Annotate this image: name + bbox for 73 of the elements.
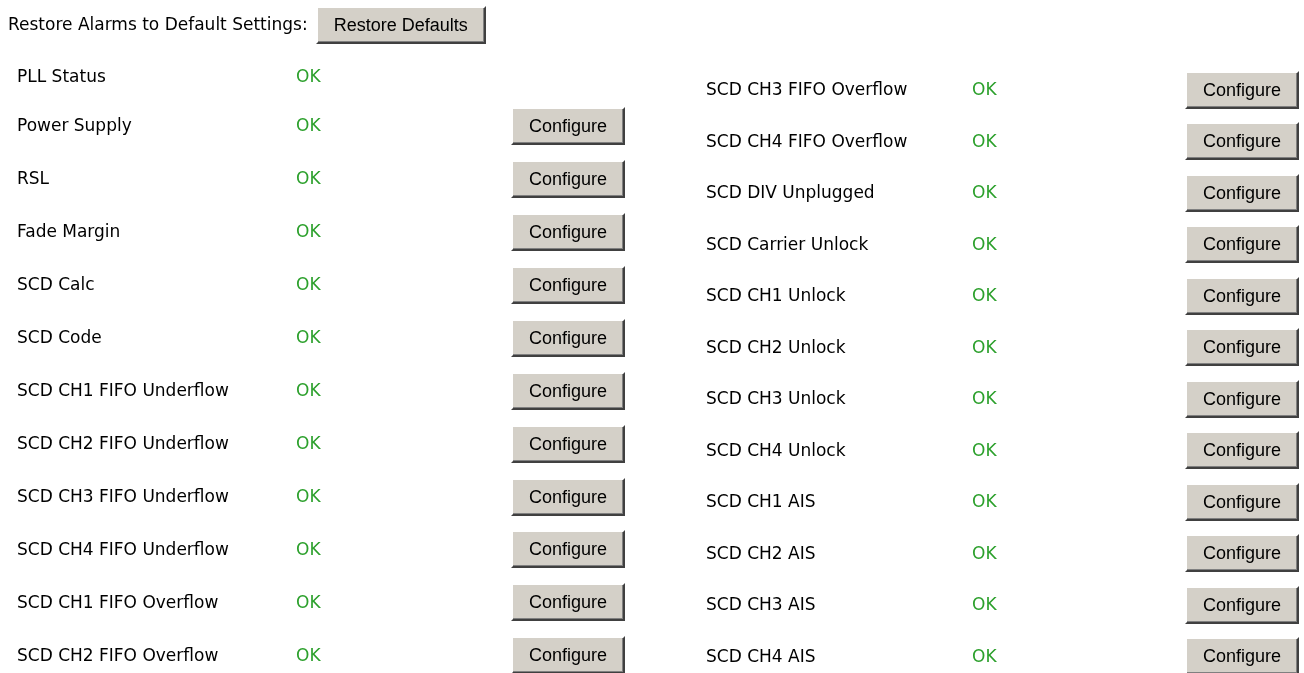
configure-button[interactable]: Configure <box>1184 431 1299 470</box>
alarm-name: SCD CH1 FIFO Overflow <box>17 591 219 612</box>
configure-button[interactable]: Configure <box>1184 637 1299 673</box>
restore-defaults-button[interactable]: Restore Defaults <box>315 6 486 44</box>
alarm-name: SCD CH2 AIS <box>706 542 816 563</box>
alarm-status: OK <box>972 79 997 99</box>
alarm-status: OK <box>296 538 321 559</box>
alarm-status: OK <box>972 182 997 202</box>
configure-button[interactable]: Configure <box>510 530 625 569</box>
configure-button[interactable]: Configure <box>1184 225 1299 264</box>
alarm-name: SCD CH2 FIFO Overflow <box>17 644 219 665</box>
configure-button[interactable]: Configure <box>1184 276 1299 315</box>
alarm-status: OK <box>296 432 321 453</box>
configure-button[interactable]: Configure <box>1184 585 1299 624</box>
alarm-name: SCD CH3 FIFO Underflow <box>17 485 229 506</box>
configure-button[interactable]: Configure <box>1184 379 1299 418</box>
alarm-name: Fade Margin <box>17 220 121 241</box>
alarm-name: SCD CH2 FIFO Underflow <box>17 432 229 453</box>
alarm-status: OK <box>972 336 997 357</box>
configure-button[interactable]: Configure <box>510 636 625 673</box>
configure-button[interactable]: Configure <box>1184 173 1299 212</box>
alarm-name: SCD CH1 AIS <box>706 491 816 511</box>
alarm-status: OK <box>296 220 321 241</box>
configure-button[interactable]: Configure <box>510 371 625 410</box>
alarm-status: OK <box>296 167 321 188</box>
alarm-name: PLL Status <box>17 65 106 86</box>
alarm-name: SCD CH3 AIS <box>706 594 816 614</box>
configure-button[interactable]: Configure <box>510 159 625 198</box>
alarm-status: OK <box>972 542 997 563</box>
configure-button[interactable]: Configure <box>1184 482 1299 521</box>
restore-label: Restore Alarms to Default Settings: <box>8 13 308 37</box>
alarm-name: SCD Carrier Unlock <box>706 233 869 254</box>
configure-button[interactable]: Configure <box>510 212 625 251</box>
alarm-name: SCD Calc <box>17 273 95 294</box>
alarm-status: OK <box>296 591 321 612</box>
alarm-status: OK <box>296 273 321 294</box>
configure-button[interactable]: Configure <box>510 477 625 516</box>
alarm-name: SCD CH3 Unlock <box>706 388 846 408</box>
alarm-status: OK <box>972 130 997 151</box>
configure-button[interactable]: Configure <box>1184 534 1299 573</box>
configure-button[interactable]: Configure <box>510 318 625 357</box>
alarm-name: SCD CH1 Unlock <box>706 285 846 305</box>
alarm-name: SCD CH4 AIS <box>706 645 816 666</box>
alarm-status: OK <box>972 491 997 511</box>
alarm-status: OK <box>972 594 997 614</box>
alarm-status: OK <box>972 233 997 254</box>
configure-button[interactable]: Configure <box>510 265 625 304</box>
alarm-status: OK <box>296 644 321 665</box>
alarm-status: OK <box>296 65 321 86</box>
configure-button[interactable]: Configure <box>1184 328 1299 367</box>
alarm-name: SCD DIV Unplugged <box>706 182 875 202</box>
alarm-name: SCD CH3 FIFO Overflow <box>706 79 908 99</box>
alarm-name: SCD CH4 Unlock <box>706 439 846 460</box>
alarm-name: SCD CH4 FIFO Underflow <box>17 538 229 559</box>
alarm-status: OK <box>972 285 997 305</box>
alarm-status: OK <box>296 115 321 135</box>
alarm-status: OK <box>296 379 321 400</box>
alarm-name: SCD CH4 FIFO Overflow <box>706 130 908 151</box>
alarm-status: OK <box>296 326 321 347</box>
alarm-name: RSL <box>17 167 50 188</box>
configure-button[interactable]: Configure <box>1184 70 1299 109</box>
alarm-status: OK <box>972 388 997 408</box>
alarm-status: OK <box>972 645 997 666</box>
configure-button[interactable]: Configure <box>510 106 625 145</box>
alarm-name: SCD Code <box>17 326 102 347</box>
alarm-status: OK <box>296 485 321 506</box>
alarm-name: SCD CH1 FIFO Underflow <box>17 379 229 400</box>
configure-button[interactable]: Configure <box>1184 122 1299 161</box>
alarm-status: OK <box>972 439 997 460</box>
alarm-name: Power Supply <box>17 115 132 135</box>
alarm-name: SCD CH2 Unlock <box>706 336 846 357</box>
configure-button[interactable]: Configure <box>510 583 625 622</box>
configure-button[interactable]: Configure <box>510 424 625 463</box>
